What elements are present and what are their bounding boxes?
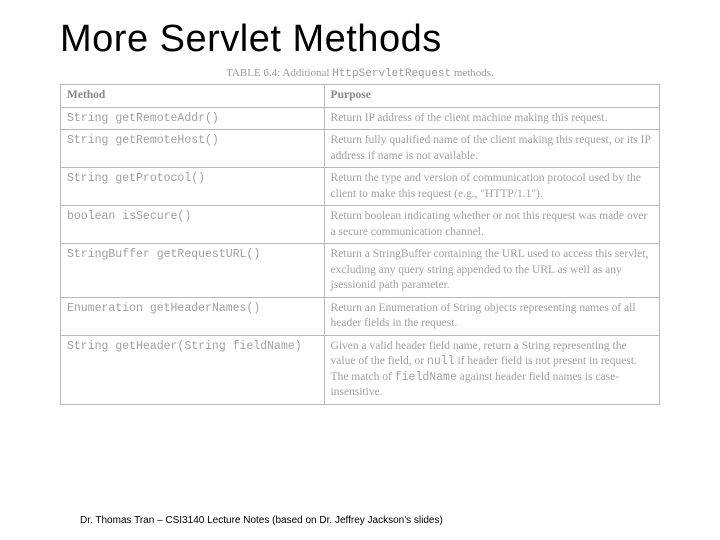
method-return-type: StringBuffer <box>67 248 157 261</box>
method-signature: getHeaderNames() <box>150 302 260 315</box>
page-title: More Servlet Methods <box>60 18 660 61</box>
purpose-cell: Return the type and version of communica… <box>324 168 659 206</box>
method-signature: getHeader(String fieldName) <box>115 340 301 353</box>
header-method: Method <box>61 85 325 108</box>
method-cell: String getHeader(String fieldName) <box>61 335 325 404</box>
table-row: Enumeration getHeaderNames()Return an En… <box>61 297 660 335</box>
method-cell: String getProtocol() <box>61 168 325 206</box>
purpose-cell: Return an Enumeration of String objects … <box>324 297 659 335</box>
purpose-cell: Return boolean indicating whether or not… <box>324 206 659 244</box>
table-row: boolean isSecure()Return boolean indicat… <box>61 206 660 244</box>
method-cell: StringBuffer getRequestURL() <box>61 244 325 298</box>
method-return-type: String <box>67 112 115 125</box>
inline-code: fieldName <box>395 371 457 384</box>
footer-text: Dr. Thomas Tran – CSI3140 Lecture Notes … <box>80 515 443 526</box>
inline-code: null <box>427 355 455 368</box>
method-return-type: String <box>67 134 115 147</box>
method-signature: getProtocol() <box>115 172 205 185</box>
caption-text: Additional <box>282 67 332 79</box>
method-cell: Enumeration getHeaderNames() <box>61 297 325 335</box>
caption-suffix: methods. <box>451 67 494 79</box>
method-return-type: boolean <box>67 210 122 223</box>
table-row: String getHeader(String fieldName)Given … <box>61 335 660 404</box>
caption-label: TABLE 6.4: <box>226 67 280 79</box>
header-purpose: Purpose <box>324 85 659 108</box>
table-header-row: Method Purpose <box>61 85 660 108</box>
method-signature: getRemoteHost() <box>115 134 219 147</box>
purpose-cell: Return fully qualified name of the clien… <box>324 130 659 168</box>
table-row: String getRemoteHost()Return fully quali… <box>61 130 660 168</box>
table-row: String getProtocol()Return the type and … <box>61 168 660 206</box>
method-cell: String getRemoteAddr() <box>61 107 325 130</box>
methods-table: Method Purpose String getRemoteAddr()Ret… <box>60 84 660 405</box>
caption-mono: HttpServletRequest <box>332 68 451 80</box>
method-return-type: Enumeration <box>67 302 150 315</box>
method-return-type: String <box>67 172 115 185</box>
slide-content: More Servlet Methods TABLE 6.4: Addition… <box>0 0 720 405</box>
purpose-cell: Given a valid header field name, return … <box>324 335 659 404</box>
method-signature: getRemoteAddr() <box>115 112 219 125</box>
table-caption: TABLE 6.4: Additional HttpServletRequest… <box>60 67 660 80</box>
purpose-cell: Return IP address of the client machine … <box>324 107 659 130</box>
method-signature: isSecure() <box>122 210 191 223</box>
purpose-cell: Return a StringBuffer containing the URL… <box>324 244 659 298</box>
method-return-type: String <box>67 340 115 353</box>
table-row: String getRemoteAddr()Return IP address … <box>61 107 660 130</box>
method-cell: String getRemoteHost() <box>61 130 325 168</box>
method-signature: getRequestURL() <box>157 248 261 261</box>
table-row: StringBuffer getRequestURL()Return a Str… <box>61 244 660 298</box>
method-cell: boolean isSecure() <box>61 206 325 244</box>
